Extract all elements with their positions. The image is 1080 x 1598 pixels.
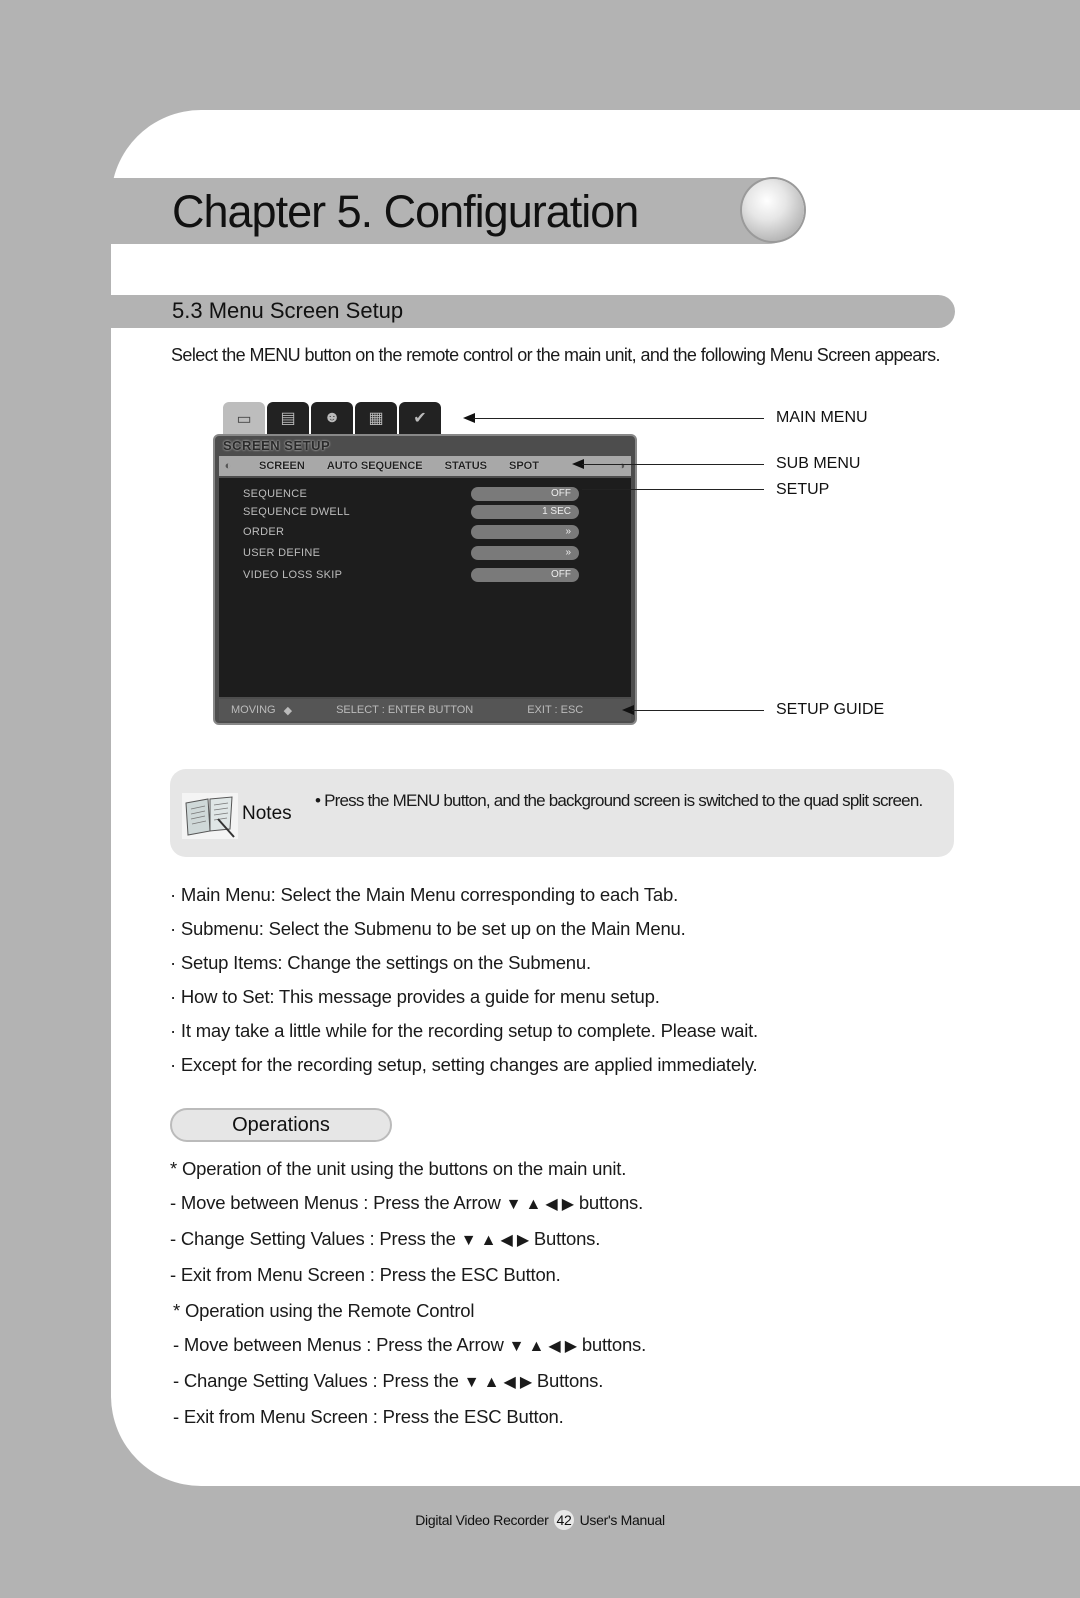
setting-value[interactable]: OFF [471, 568, 579, 582]
footer-product: Digital Video Recorder [415, 1512, 549, 1528]
dvr-menu-screenshot: ▭ ▤ ☻ ▦ ✔ SCREEN SETUP ◐ SCREEN AUTO SEQ… [213, 402, 637, 725]
ops-unit-change: - Change Setting Values : Press the ▼ ▲ … [170, 1228, 601, 1249]
submenu-bar: ◐ SCREEN AUTO SEQUENCE STATUS SPOT ◑ [219, 456, 631, 476]
callout-sub-menu: SUB MENU [776, 455, 861, 472]
callout-line-main-menu [473, 418, 764, 419]
list-item: · Setup Items: Change the settings on th… [170, 952, 591, 973]
main-tab-user[interactable]: ☻ [311, 402, 353, 434]
guide-select: SELECT : ENTER BUTTON [336, 704, 474, 716]
callout-line-setup [582, 489, 764, 490]
list-item: · It may take a little while for the rec… [170, 1020, 758, 1041]
setting-row[interactable]: SEQUENCE DWELL 1 SEC [243, 504, 579, 520]
monitor-icon: ▭ [236, 411, 252, 428]
setting-label: SEQUENCE DWELL [243, 506, 350, 518]
setting-label: VIDEO LOSS SKIP [243, 569, 343, 581]
setting-row[interactable]: VIDEO LOSS SKIP OFF [243, 567, 579, 583]
main-tab-system[interactable]: ✔ [399, 402, 441, 434]
guide-moving: MOVING [231, 704, 276, 716]
submenu-auto-sequence[interactable]: AUTO SEQUENCE [327, 460, 423, 472]
setting-label: SEQUENCE [243, 488, 308, 500]
recorder-icon: ▤ [280, 410, 296, 427]
chapter-orb-icon [742, 179, 804, 241]
ops-remote-exit: - Exit from Menu Screen : Press the ESC … [173, 1406, 564, 1427]
list-item: · Submenu: Select the Submenu to be set … [170, 918, 686, 939]
ops-remote-move: - Move between Menus : Press the Arrow ▼… [173, 1334, 647, 1355]
main-tab-network[interactable]: ▦ [355, 402, 397, 434]
list-item: · Except for the recording setup, settin… [170, 1054, 758, 1075]
page-number: 42 [554, 1510, 575, 1530]
arrow-keys-icon: ▼ ▲ ◀ ▶ [460, 1232, 529, 1249]
setting-label: ORDER [243, 526, 285, 538]
left-right-arrow-icon: ◆ [283, 704, 293, 717]
callout-line-setup-guide [632, 710, 764, 711]
menu-frame: SCREEN SETUP ◐ SCREEN AUTO SEQUENCE STAT… [213, 434, 637, 725]
operations-unit: * Operation of the unit using the button… [170, 1152, 643, 1292]
menu-title: SCREEN SETUP [223, 438, 331, 453]
callout-setup-guide: SETUP GUIDE [776, 701, 885, 718]
submenu-status[interactable]: STATUS [445, 460, 487, 472]
setting-value[interactable]: » [471, 525, 579, 539]
user-icon: ☻ [323, 409, 341, 426]
arrow-keys-icon: ▼ ▲ ◀ ▶ [505, 1196, 574, 1213]
submenu-screen[interactable]: SCREEN [259, 460, 305, 472]
guide-exit: EXIT : ESC [527, 704, 584, 716]
ops-remote-title: * Operation using the Remote Control [173, 1300, 475, 1321]
setting-value[interactable]: OFF [471, 487, 579, 501]
checklist-icon: ✔ [413, 410, 427, 427]
callout-line-sub-menu [582, 464, 764, 465]
main-tab-recorder[interactable]: ▤ [267, 402, 309, 434]
callout-main-menu: MAIN MENU [776, 409, 868, 426]
setting-label: USER DEFINE [243, 547, 321, 559]
main-tab-monitor[interactable]: ▭ [223, 402, 265, 436]
open-book-icon [182, 793, 238, 839]
setting-row[interactable]: ORDER » [243, 524, 579, 540]
arrow-keys-icon: ▼ ▲ ◀ ▶ [508, 1338, 577, 1355]
menu-description-list: · Main Menu: Select the Main Menu corres… [170, 878, 758, 1082]
page-footer: Digital Video Recorder 42 User's Manual [0, 1510, 1080, 1530]
setting-value[interactable]: 1 SEC [471, 505, 579, 519]
ops-unit-exit: - Exit from Menu Screen : Press the ESC … [170, 1264, 561, 1285]
list-item: · How to Set: This message provides a gu… [170, 986, 660, 1007]
ops-remote-change: - Change Setting Values : Press the ▼ ▲ … [173, 1370, 604, 1391]
settings-panel: SEQUENCE OFF SEQUENCE DWELL 1 SEC ORDER … [219, 478, 631, 697]
ops-unit-title: * Operation of the unit using the button… [170, 1158, 627, 1179]
notes-box: Notes • Press the MENU button, and the b… [170, 769, 954, 857]
main-menu-tabs: ▭ ▤ ☻ ▦ ✔ [223, 402, 441, 436]
submenu-next-icon[interactable]: ◑ [613, 460, 631, 472]
footer-manual: User's Manual [579, 1512, 665, 1528]
list-item: · Main Menu: Select the Main Menu corres… [170, 884, 679, 905]
arrow-keys-icon: ▼ ▲ ◀ ▶ [463, 1374, 532, 1391]
ops-unit-move: - Move between Menus : Press the Arrow ▼… [170, 1192, 644, 1213]
operations-remote: * Operation using the Remote Control - M… [173, 1294, 646, 1434]
setup-guide-bar: MOVING ◆ SELECT : ENTER BUTTON EXIT : ES… [219, 699, 631, 721]
setting-row[interactable]: USER DEFINE » [243, 545, 579, 561]
notes-text: • Press the MENU button, and the backgro… [315, 791, 923, 810]
submenu-spot[interactable]: SPOT [509, 460, 539, 472]
operations-heading: Operations [170, 1108, 392, 1142]
setting-value[interactable]: » [471, 546, 579, 560]
network-icon: ▦ [368, 410, 384, 427]
setting-row[interactable]: SEQUENCE OFF [243, 486, 579, 502]
chapter-title: Chapter 5. Configuration [172, 186, 639, 237]
callout-setup: SETUP [776, 481, 830, 498]
section-title: 5.3 Menu Screen Setup [172, 298, 404, 323]
submenu-prev-icon[interactable]: ◐ [219, 460, 237, 472]
intro-paragraph: Select the MENU button on the remote con… [171, 345, 940, 365]
notes-label: Notes [242, 803, 292, 824]
